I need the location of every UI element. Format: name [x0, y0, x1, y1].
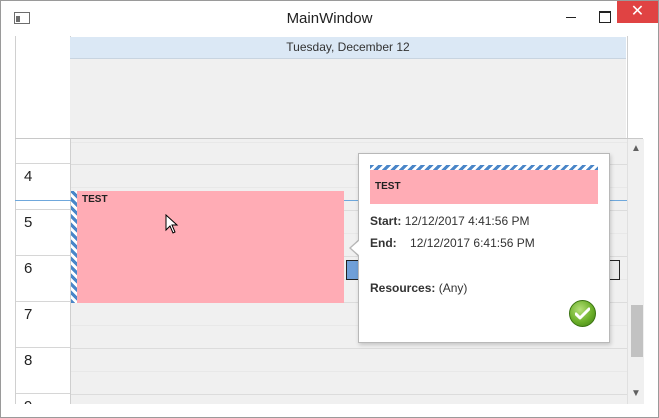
appointment[interactable]: TEST	[71, 191, 344, 303]
ruler-tick	[16, 163, 70, 164]
slot-line	[71, 348, 627, 349]
ruler-tick	[16, 255, 70, 256]
appointment-subject: TEST	[82, 194, 108, 205]
tooltip-header: TEST	[370, 165, 598, 204]
tooltip-resources-row: Resources: (Any)	[370, 281, 467, 295]
minimize-icon	[566, 16, 576, 18]
header-corner	[15, 36, 71, 139]
checkmark-icon	[575, 307, 590, 320]
end-value: 12/12/2017 6:41:56 PM	[410, 236, 535, 250]
header-scroll-spacer	[627, 36, 644, 139]
hour-label: 9	[24, 398, 32, 404]
time-ruler: 4 5 6 7 8 9	[15, 139, 70, 404]
ruler-tick	[16, 347, 70, 348]
start-value: 12/12/2017 4:41:56 PM	[404, 214, 530, 228]
vertical-scrollbar[interactable]: ▲ ▼	[627, 139, 644, 404]
ruler-tick	[16, 393, 70, 394]
scroll-down-icon[interactable]: ▼	[628, 386, 644, 402]
hour-label: 4	[24, 168, 33, 185]
start-label: Start:	[370, 214, 402, 228]
hour-label: 5	[24, 214, 33, 231]
tooltip-status-strip	[370, 165, 598, 170]
tooltip-subject: TEST	[375, 181, 401, 192]
scroll-thumb[interactable]	[631, 305, 643, 357]
slot-line	[71, 142, 627, 143]
close-icon: ✕	[630, 3, 645, 20]
appointment-tooltip: TEST Start: 12/12/2017 4:41:56 PM End: 1…	[358, 153, 610, 343]
ruler-tick	[16, 209, 70, 210]
close-button[interactable]: ✕	[617, 1, 658, 23]
slot-line	[71, 371, 627, 372]
maximize-icon	[599, 11, 611, 24]
day-header[interactable]: Tuesday, December 12	[70, 37, 626, 59]
hour-label: 6	[24, 260, 33, 277]
ok-button[interactable]	[569, 300, 596, 327]
resources-value: (Any)	[438, 281, 468, 295]
appointment-status-strip	[71, 191, 77, 303]
main-window: MainWindow ✕ Tuesday, December 12 4 5 6 …	[0, 0, 659, 418]
tooltip-end-row: End: 12/12/2017 6:41:56 PM	[370, 236, 535, 250]
hour-label: 8	[24, 352, 33, 369]
all-day-area[interactable]	[70, 59, 626, 139]
mouse-cursor-icon	[165, 214, 179, 234]
ruler-tick	[16, 301, 70, 302]
tooltip-pointer-fill	[351, 240, 360, 256]
hour-label: 7	[24, 306, 33, 323]
title-bar[interactable]: MainWindow ✕	[1, 1, 658, 35]
scroll-up-icon[interactable]: ▲	[628, 141, 644, 157]
resources-label: Resources:	[370, 281, 436, 295]
slot-line	[71, 394, 627, 395]
end-label: End:	[370, 236, 397, 250]
minimize-button[interactable]	[554, 1, 588, 31]
tooltip-start-row: Start: 12/12/2017 4:41:56 PM	[370, 214, 529, 228]
